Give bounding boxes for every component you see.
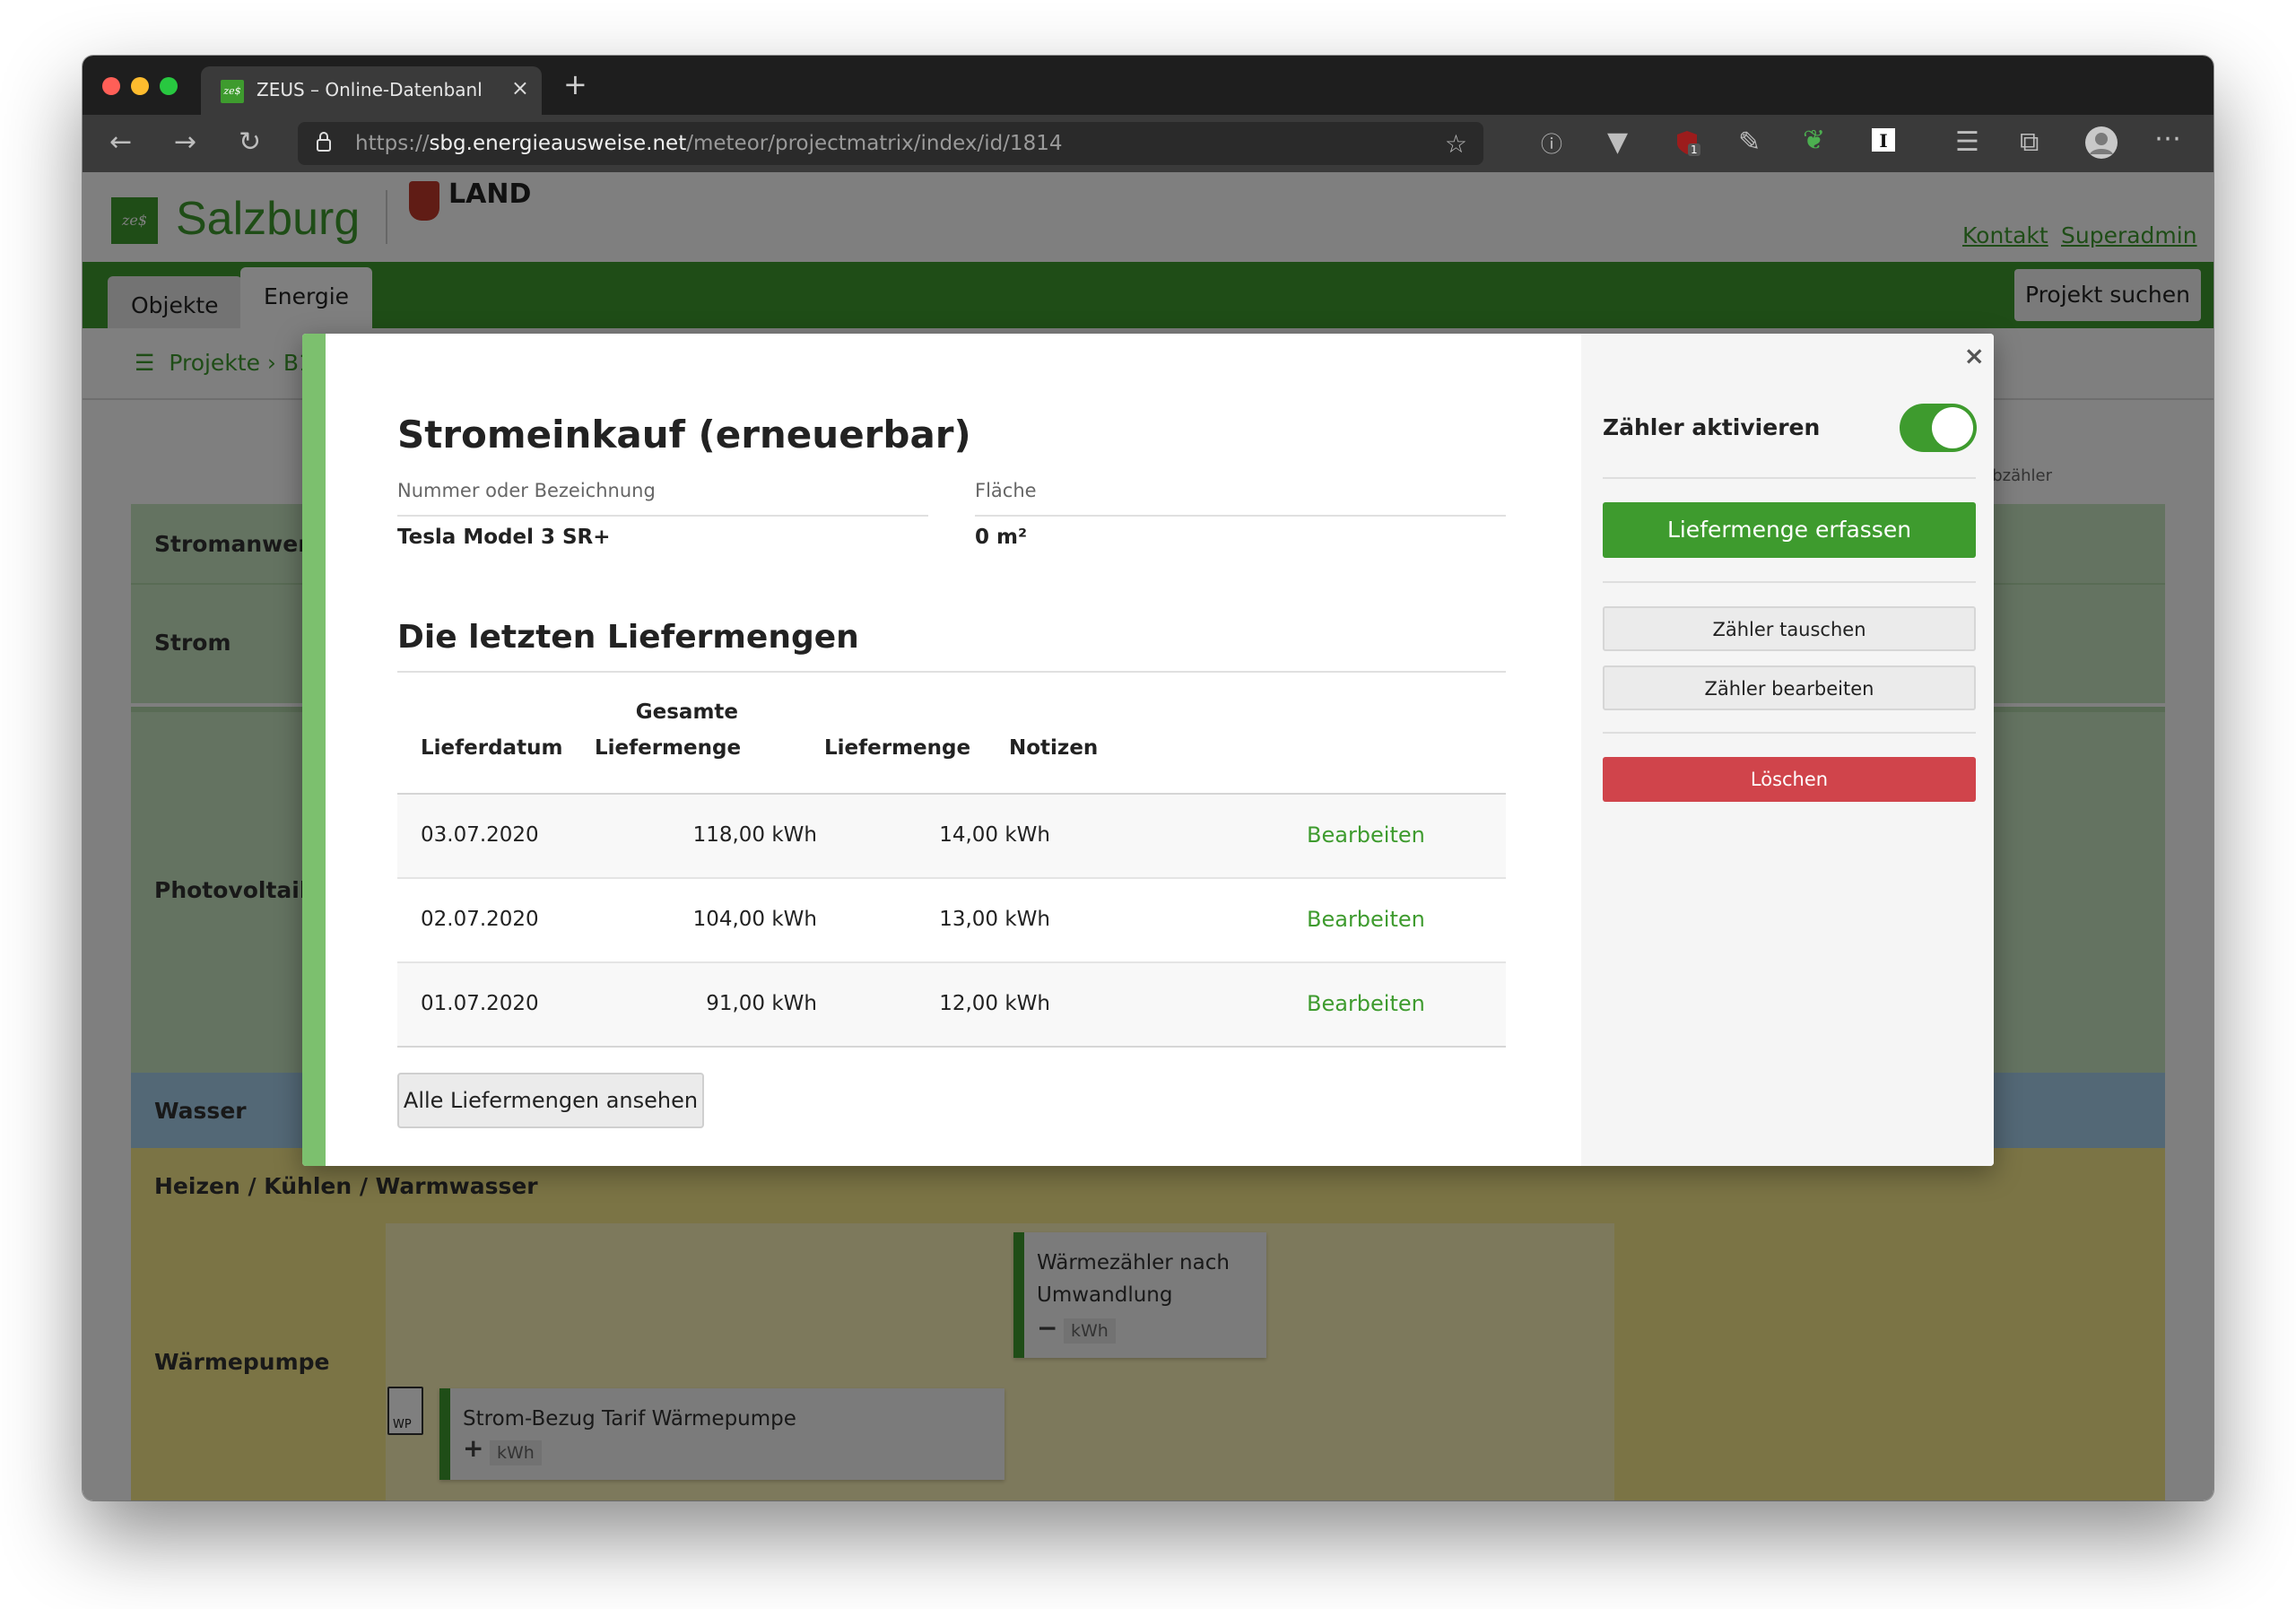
liefermenge-erfassen-button[interactable]: Liefermenge erfassen (1603, 502, 1976, 558)
label-flaeche: Fläche (975, 480, 1037, 501)
reload-icon[interactable]: ↻ (239, 129, 261, 156)
minimize-window-button[interactable] (131, 77, 149, 95)
browser-window: ze$ ZEUS – Online-Datenbank für E × + ← … (83, 56, 2213, 1500)
tab-strip: ze$ ZEUS – Online-Datenbank für E × + (83, 56, 2213, 115)
modal-accent-bar (302, 334, 326, 1166)
col-header-liefermenge: Liefermenge (824, 736, 971, 760)
site-favicon-icon: ze$ (221, 80, 244, 103)
all-liefermengen-button[interactable]: Alle Liefermengen ansehen (397, 1073, 704, 1128)
col-header-notizen: Notizen (1009, 736, 1099, 760)
activate-meter-toggle[interactable] (1900, 404, 1977, 452)
label-nummer: Nummer oder Bezeichnung (397, 480, 656, 501)
table-row: 03.07.2020 118,00 kWh 14,00 kWh Bearbeit… (397, 795, 1506, 879)
side-divider (1603, 477, 1976, 479)
extension-badge-count: 1 (1688, 144, 1700, 156)
col-header-lieferdatum: Lieferdatum (421, 736, 563, 760)
feather-extension-icon[interactable]: ✎ (1738, 129, 1761, 156)
field-divider (397, 515, 928, 517)
browser-tab[interactable]: ze$ ZEUS – Online-Datenbank für E × (201, 66, 542, 115)
favorites-list-icon[interactable]: ☰ (1955, 129, 1979, 156)
close-window-button[interactable] (102, 77, 120, 95)
toggle-knob (1932, 407, 1973, 448)
edit-link[interactable]: Bearbeiten (1307, 991, 1425, 1016)
toggle-label: Zähler aktivieren (1603, 414, 1821, 440)
url-scheme: https:// (355, 132, 430, 155)
cell-date: 03.07.2020 (421, 823, 539, 847)
close-icon[interactable]: × (1964, 341, 1985, 370)
url-path: /meteor/projectmatrix/index/id/1814 (686, 132, 1063, 155)
col-header-gesamte-line2: Liefermenge (595, 736, 742, 760)
favorite-star-icon[interactable]: ☆ (1445, 129, 1467, 159)
loeschen-button[interactable]: Löschen (1603, 757, 1976, 802)
leaf-extension-icon[interactable]: ❦ (1803, 127, 1825, 154)
info-icon[interactable]: ⓘ (1541, 131, 1562, 158)
edit-link[interactable]: Bearbeiten (1307, 822, 1425, 848)
profile-avatar-icon[interactable] (2084, 126, 2118, 165)
zaehler-bearbeiten-button[interactable]: Zähler bearbeiten (1603, 665, 1976, 710)
vivaldi-extension-icon[interactable]: ▼ (1607, 129, 1628, 156)
value-nummer: Tesla Model 3 SR+ (397, 526, 611, 549)
table-row: 02.07.2020 104,00 kWh 13,00 kWh Bearbeit… (397, 879, 1506, 963)
back-icon[interactable]: ← (109, 129, 132, 156)
cell-amount: 14,00 kWh (939, 823, 1050, 847)
table-row: 01.07.2020 91,00 kWh 12,00 kWh Bearbeite… (397, 963, 1506, 1048)
tab-title: ZEUS – Online-Datenbank für E (257, 79, 481, 100)
tab-close-icon[interactable]: × (511, 75, 529, 100)
lock-icon (316, 131, 332, 158)
value-flaeche: 0 m² (975, 526, 1028, 549)
modal-main-panel: Stromeinkauf (erneuerbar) Nummer oder Be… (326, 334, 1581, 1166)
zaehler-tauschen-button[interactable]: Zähler tauschen (1603, 606, 1976, 651)
cell-date: 02.07.2020 (421, 908, 539, 931)
edit-link[interactable]: Bearbeiten (1307, 907, 1425, 932)
cell-amount: 13,00 kWh (939, 908, 1050, 931)
col-header-gesamte-line1: Gesamte (635, 700, 738, 724)
cell-amount: 12,00 kWh (939, 992, 1050, 1015)
meter-detail-modal: Stromeinkauf (erneuerbar) Nummer oder Be… (302, 334, 1994, 1166)
browser-toolbar: ← → ↻ https://sbg.energieausweise.net/me… (83, 115, 2213, 172)
field-divider (975, 515, 1506, 517)
url-text: https://sbg.energieausweise.net/meteor/p… (355, 132, 1062, 155)
svg-text:I: I (1879, 130, 1887, 152)
section-title: Die letzten Liefermengen (397, 619, 859, 656)
modal-title: Stromeinkauf (erneuerbar) (397, 413, 971, 457)
side-divider (1603, 732, 1976, 734)
page-content: ze$ Salzburg LAND SALZBURG Kontakt Super… (83, 172, 2213, 1500)
modal-side-panel: × Zähler aktivieren Liefermenge erfassen… (1581, 334, 1994, 1166)
new-tab-icon[interactable]: + (563, 70, 587, 99)
url-host: sbg.energieausweise.net (429, 132, 687, 155)
cell-date: 01.07.2020 (421, 992, 539, 1015)
section-divider (397, 671, 1506, 673)
ublock-extension-icon[interactable]: 1 (1675, 129, 1700, 161)
col-header-gesamte: Gesamte Liefermenge (595, 694, 742, 766)
address-bar[interactable]: https://sbg.energieausweise.net/meteor/p… (298, 122, 1483, 165)
more-menu-icon[interactable]: ⋯ (2154, 126, 2181, 152)
zoom-window-button[interactable] (160, 77, 178, 95)
side-divider (1603, 581, 1976, 583)
instapaper-extension-icon[interactable]: I (1871, 127, 1896, 158)
collections-icon[interactable]: ⧉ (2020, 129, 2039, 156)
forward-icon[interactable]: → (174, 129, 196, 156)
